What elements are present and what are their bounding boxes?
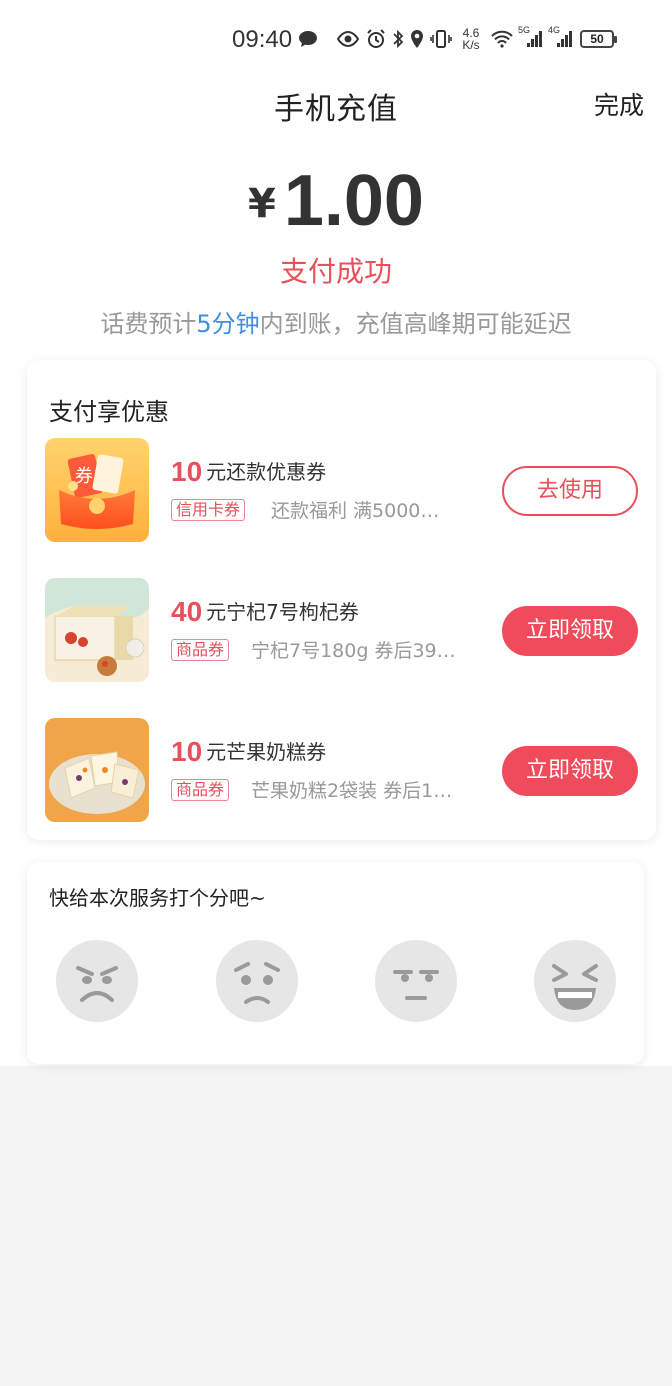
sad-face-icon[interactable] [216,940,298,1022]
coupon-thumbnail-red-envelope: 券 [45,438,149,542]
coupon-tag: 商品券 [171,779,230,801]
chat-bubble-icon [298,30,318,52]
claim-coupon-button[interactable]: 立即领取 [502,606,638,656]
alarm-icon [366,25,386,53]
laughing-face-icon[interactable] [534,940,616,1022]
coupon-name: 元宁杞7号枸杞券 [206,600,359,624]
coupon-tag: 商品券 [171,639,230,661]
status-time: 09:40 [232,26,293,53]
coupon-item: 40 元宁杞7号枸杞券 商品券 宁杞7号180g 券后39… 立即领取 [45,578,645,684]
status-bar: 09:40 4.6 K/s 5G 4G 50 [0,0,672,78]
angry-face-icon[interactable] [56,940,138,1022]
signal-5g-label: 5G [518,25,531,35]
vibrate-icon [430,25,452,53]
rating-title: 快给本次服务打个分吧~ [49,886,266,910]
coupon-section-title: 支付享优惠 [49,398,169,426]
coupon-thumbnail-mango-cake [45,718,149,822]
amount-value: 1.00 [283,161,424,241]
coupon-card: 支付享优惠 券 10 元还款优惠券 信用卡券 还款福利 满5000… 去使用 4… [27,360,656,840]
location-icon [410,25,424,53]
arrival-note-after: 内到账，充值高峰期可能延迟 [259,310,572,338]
done-button[interactable]: 完成 [594,86,644,122]
page-title: 手机充值 [274,92,398,127]
eye-icon [336,25,360,53]
coupon-name: 元还款优惠券 [206,460,327,484]
coupon-thumbnail-goji-box [45,578,149,682]
wifi-icon [490,25,514,53]
coupon-tag: 信用卡券 [171,499,246,521]
arrival-note-before: 话费预计 [100,310,197,338]
coupon-item: 10 元芒果奶糕券 商品券 芒果奶糕2袋装 券后1… 立即领取 [45,718,645,824]
coupon-amount: 10 [171,456,203,487]
bluetooth-icon [392,25,404,53]
coupon-desc: 还款福利 满5000… [271,500,440,522]
currency-symbol: ¥ [248,181,276,227]
coupon-title: 10 元还款优惠券 [171,456,326,488]
signal-5g-icon: 5G [518,25,544,53]
payment-amount: ¥1.00 [0,160,672,242]
use-coupon-button[interactable]: 去使用 [502,466,638,516]
coupon-item: 券 10 元还款优惠券 信用卡券 还款福利 满5000… 去使用 [45,438,645,544]
arrival-note-highlight: 5分钟 [196,310,260,338]
payment-status: 支付成功 [279,255,392,288]
signal-4g-label: 4G [548,25,561,35]
claim-coupon-button[interactable]: 立即领取 [502,746,638,796]
net-speed-unit: K/s [462,38,480,52]
main-panel: 09:40 4.6 K/s 5G 4G 50 手机充值 完成 ¥ 1.00 支付… [0,0,672,1066]
coupon-amount: 10 [171,736,203,767]
svg-text:券: 券 [75,466,93,487]
net-speed: 4.6 K/s [458,25,484,53]
status-icons: 4.6 K/s 5G 4G 50 [336,24,617,54]
rating-card: 快给本次服务打个分吧~ [27,862,644,1064]
arrival-note: 话费预计5分钟内到账，充值高峰期可能延迟 [0,304,672,339]
neutral-face-icon[interactable] [375,940,457,1022]
coupon-name: 元芒果奶糕券 [206,740,327,764]
coupon-desc: 芒果奶糕2袋装 券后1… [251,780,453,802]
coupon-desc: 宁杞7号180g 券后39… [251,640,456,662]
coupon-title: 40 元宁杞7号枸杞券 [171,596,359,628]
coupon-amount: 40 [171,596,203,627]
signal-4g-icon: 4G [548,25,574,53]
coupon-title: 10 元芒果奶糕券 [171,736,326,768]
battery-indicator: 50 [580,30,617,48]
